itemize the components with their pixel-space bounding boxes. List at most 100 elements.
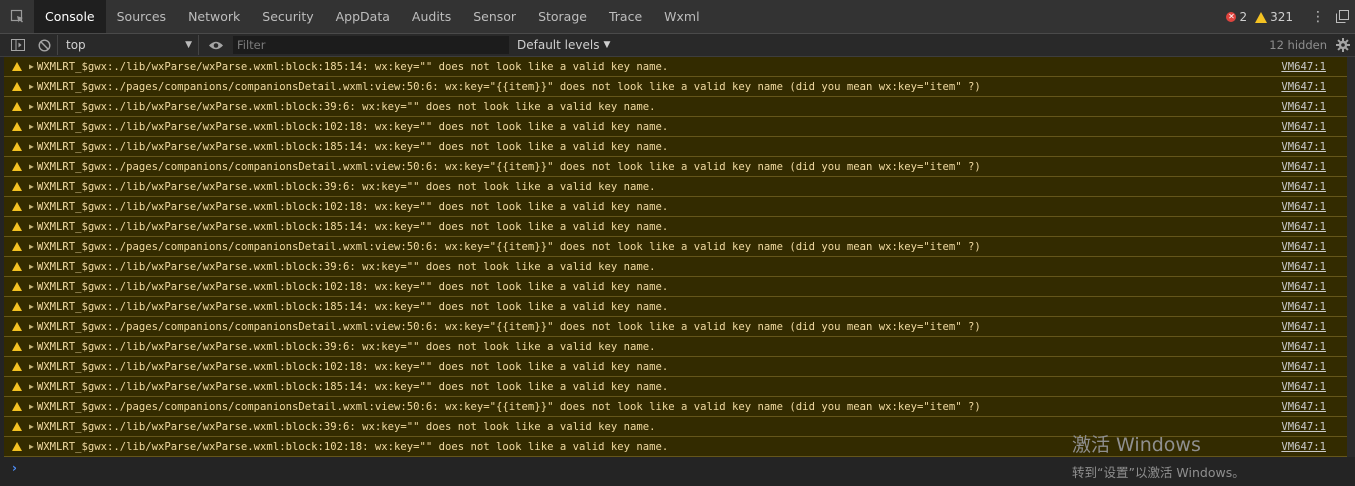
console-warning-row[interactable]: ▶ WXMLRT_$gwx:./pages/companions/companio… [4,77,1347,97]
source-link[interactable]: VM647:1 [1281,81,1326,93]
warning-message-text: WXMLRT_$gwx:./lib/wxParse/wxParse.wxml:b… [36,100,656,113]
tab-network[interactable]: Network [177,0,251,33]
tabbar-right: ✕ 2 321 ⋮ [1226,0,1355,33]
expand-triangle-icon[interactable]: ▶ [29,282,34,291]
expand-triangle-icon[interactable]: ▶ [29,342,34,351]
console-warning-row[interactable]: ▶ WXMLRT_$gwx:./lib/wxParse/wxParse.wxml:… [4,217,1347,237]
error-count[interactable]: 2 [1239,10,1247,24]
console-warning-row[interactable]: ▶ WXMLRT_$gwx:./lib/wxParse/wxParse.wxml:… [4,57,1347,77]
console-warning-row[interactable]: ▶ WXMLRT_$gwx:./lib/wxParse/wxParse.wxml:… [4,377,1347,397]
expand-triangle-icon[interactable]: ▶ [29,162,34,171]
console-warning-row[interactable]: ▶ WXMLRT_$gwx:./lib/wxParse/wxParse.wxml:… [4,97,1347,117]
console-warning-row[interactable]: ▶ WXMLRT_$gwx:./pages/companions/companio… [4,237,1347,257]
warning-message-text: WXMLRT_$gwx:./lib/wxParse/wxParse.wxml:b… [36,120,669,133]
expand-triangle-icon[interactable]: ▶ [29,442,34,451]
console-warning-row[interactable]: ▶ WXMLRT_$gwx:./pages/companions/companio… [4,397,1347,417]
expand-triangle-icon[interactable]: ▶ [29,262,34,271]
tab-console[interactable]: Console [34,0,106,33]
source-link[interactable]: VM647:1 [1281,441,1326,453]
more-options-icon[interactable]: ⋮ [1307,9,1329,25]
tab-appdata[interactable]: AppData [325,0,401,33]
source-link[interactable]: VM647:1 [1281,141,1326,153]
console-warning-row[interactable]: ▶ WXMLRT_$gwx:./lib/wxParse/wxParse.wxml:… [4,137,1347,157]
windows-activation-watermark: 激活 Windows 转到“设置”以激活 Windows。 [1072,430,1245,481]
tab-audits[interactable]: Audits [401,0,462,33]
source-link[interactable]: VM647:1 [1281,421,1326,433]
console-warning-row[interactable]: ▶ WXMLRT_$gwx:./pages/companions/companio… [4,157,1347,177]
source-link[interactable]: VM647:1 [1281,281,1326,293]
sidebar-toggle-icon[interactable] [7,34,29,56]
watermark-title: 激活 Windows [1072,434,1201,456]
warning-icon[interactable] [1255,12,1268,23]
log-levels-dropdown[interactable]: Default levels ▼ [517,38,610,52]
expand-triangle-icon[interactable]: ▶ [29,242,34,251]
expand-triangle-icon[interactable]: ▶ [29,82,34,91]
console-warning-row[interactable]: ▶ WXMLRT_$gwx:./lib/wxParse/wxParse.wxml:… [4,117,1347,137]
watermark-subtitle: 转到“设置”以激活 Windows。 [1072,465,1245,480]
expand-triangle-icon[interactable]: ▶ [29,122,34,131]
clear-console-icon[interactable] [33,34,55,56]
source-link[interactable]: VM647:1 [1281,181,1326,193]
console-settings-gear-icon[interactable] [1334,36,1352,54]
expand-triangle-icon[interactable]: ▶ [29,382,34,391]
console-prompt-chevron-icon[interactable]: › [12,461,17,475]
warning-count[interactable]: 321 [1270,10,1293,24]
context-label: top [66,38,86,52]
warning-message-text: WXMLRT_$gwx:./pages/companions/companion… [36,80,981,93]
undock-icon[interactable] [1329,0,1355,33]
source-link[interactable]: VM647:1 [1281,401,1326,413]
inspect-element-icon[interactable] [0,0,34,33]
warning-message-text: WXMLRT_$gwx:./lib/wxParse/wxParse.wxml:b… [36,60,669,73]
console-warning-row[interactable]: ▶ WXMLRT_$gwx:./lib/wxParse/wxParse.wxml:… [4,177,1347,197]
warning-message-text: WXMLRT_$gwx:./lib/wxParse/wxParse.wxml:b… [36,140,669,153]
console-warning-row[interactable]: ▶ WXMLRT_$gwx:./lib/wxParse/wxParse.wxml:… [4,277,1347,297]
source-link[interactable]: VM647:1 [1281,241,1326,253]
error-icon[interactable]: ✕ [1226,11,1237,22]
source-link[interactable]: VM647:1 [1281,61,1326,73]
source-link[interactable]: VM647:1 [1281,381,1326,393]
live-expression-eye-icon[interactable] [205,34,227,56]
source-link[interactable]: VM647:1 [1281,161,1326,173]
source-link[interactable]: VM647:1 [1281,201,1326,213]
source-link[interactable]: VM647:1 [1281,101,1326,113]
console-scrollbar[interactable] [1347,57,1355,457]
source-link[interactable]: VM647:1 [1281,121,1326,133]
warning-message-text: WXMLRT_$gwx:./lib/wxParse/wxParse.wxml:b… [36,340,656,353]
source-link[interactable]: VM647:1 [1281,301,1326,313]
source-link[interactable]: VM647:1 [1281,221,1326,233]
context-selector[interactable]: top ▼ [57,35,199,55]
expand-triangle-icon[interactable]: ▶ [29,362,34,371]
expand-triangle-icon[interactable]: ▶ [29,402,34,411]
tab-sources[interactable]: Sources [106,0,177,33]
expand-triangle-icon[interactable]: ▶ [29,102,34,111]
expand-triangle-icon[interactable]: ▶ [29,62,34,71]
warning-message-text: WXMLRT_$gwx:./lib/wxParse/wxParse.wxml:b… [36,420,656,433]
source-link[interactable]: VM647:1 [1281,341,1326,353]
expand-triangle-icon[interactable]: ▶ [29,222,34,231]
warning-message-text: WXMLRT_$gwx:./lib/wxParse/wxParse.wxml:b… [36,220,669,233]
expand-triangle-icon[interactable]: ▶ [29,182,34,191]
warning-icon [12,382,22,391]
expand-triangle-icon[interactable]: ▶ [29,202,34,211]
expand-triangle-icon[interactable]: ▶ [29,142,34,151]
expand-triangle-icon[interactable]: ▶ [29,302,34,311]
source-link[interactable]: VM647:1 [1281,321,1326,333]
warning-icon [12,162,22,171]
expand-triangle-icon[interactable]: ▶ [29,422,34,431]
console-warning-row[interactable]: ▶ WXMLRT_$gwx:./lib/wxParse/wxParse.wxml:… [4,297,1347,317]
tab-security[interactable]: Security [251,0,324,33]
expand-triangle-icon[interactable]: ▶ [29,322,34,331]
hidden-messages-count: 12 hidden [1269,38,1327,52]
console-warning-row[interactable]: ▶ WXMLRT_$gwx:./lib/wxParse/wxParse.wxml:… [4,357,1347,377]
console-warning-row[interactable]: ▶ WXMLRT_$gwx:./pages/companions/companio… [4,317,1347,337]
console-warning-row[interactable]: ▶ WXMLRT_$gwx:./lib/wxParse/wxParse.wxml:… [4,337,1347,357]
filter-input[interactable] [233,36,509,54]
source-link[interactable]: VM647:1 [1281,261,1326,273]
tab-sensor[interactable]: Sensor [462,0,527,33]
tab-wxml[interactable]: Wxml [653,0,710,33]
source-link[interactable]: VM647:1 [1281,361,1326,373]
console-warning-row[interactable]: ▶ WXMLRT_$gwx:./lib/wxParse/wxParse.wxml:… [4,257,1347,277]
tab-storage[interactable]: Storage [527,0,598,33]
console-warning-row[interactable]: ▶ WXMLRT_$gwx:./lib/wxParse/wxParse.wxml:… [4,197,1347,217]
tab-trace[interactable]: Trace [598,0,653,33]
